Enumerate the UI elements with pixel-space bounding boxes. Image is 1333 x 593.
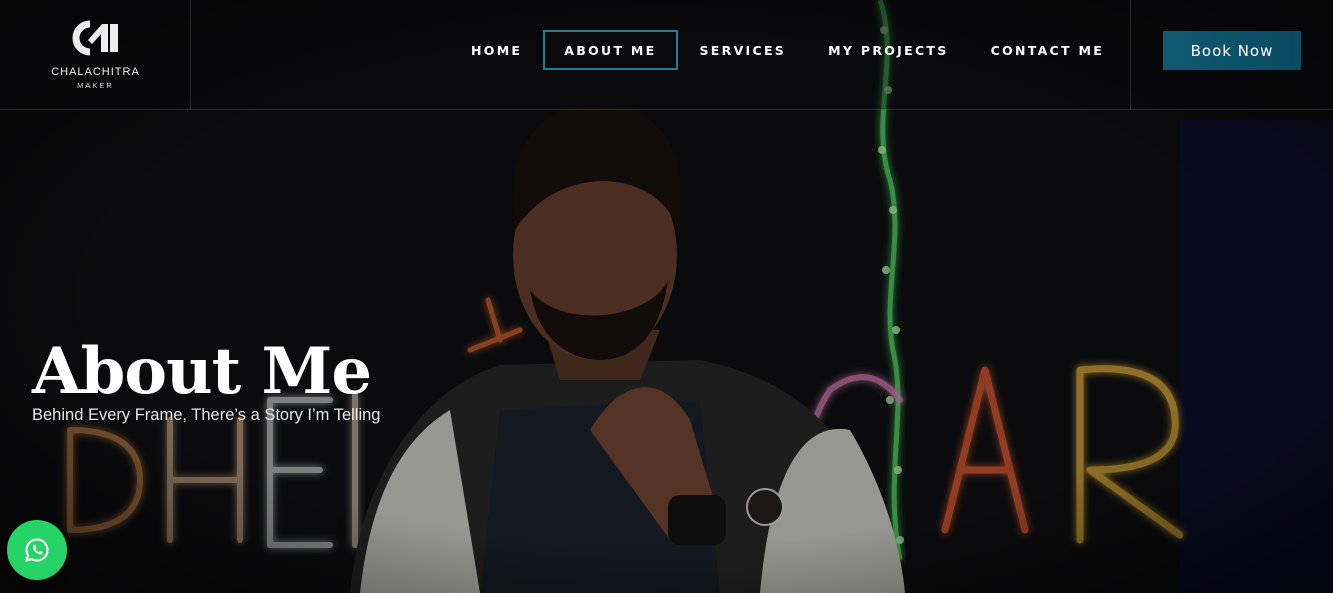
- whatsapp-icon: [25, 538, 49, 562]
- nav-item-my-projects[interactable]: MY PROJECTS: [807, 30, 969, 70]
- logo[interactable]: CHALACHITRA MAKER: [0, 0, 191, 110]
- brand-subtitle: MAKER: [77, 81, 114, 90]
- header-divider: [1130, 0, 1131, 110]
- book-now-button[interactable]: Book Now: [1163, 31, 1301, 70]
- nav-item-contact-me[interactable]: CONTACT ME: [970, 30, 1126, 70]
- nav-item-home[interactable]: HOME: [450, 30, 543, 70]
- main-nav: HOME ABOUT ME SERVICES MY PROJECTS CONTA…: [450, 30, 1125, 70]
- site-header: CHALACHITRA MAKER HOME ABOUT ME SERVICES…: [0, 0, 1333, 110]
- brand-name: CHALACHITRA: [51, 66, 140, 78]
- whatsapp-button[interactable]: [7, 520, 67, 580]
- cm-monogram-logo: [72, 20, 118, 56]
- nav-item-about-me[interactable]: ABOUT ME: [543, 30, 678, 70]
- page-subtitle: Behind Every Frame, There’s a Story I’m …: [32, 406, 381, 424]
- nav-item-services[interactable]: SERVICES: [679, 30, 808, 70]
- page-title: About Me: [32, 334, 372, 409]
